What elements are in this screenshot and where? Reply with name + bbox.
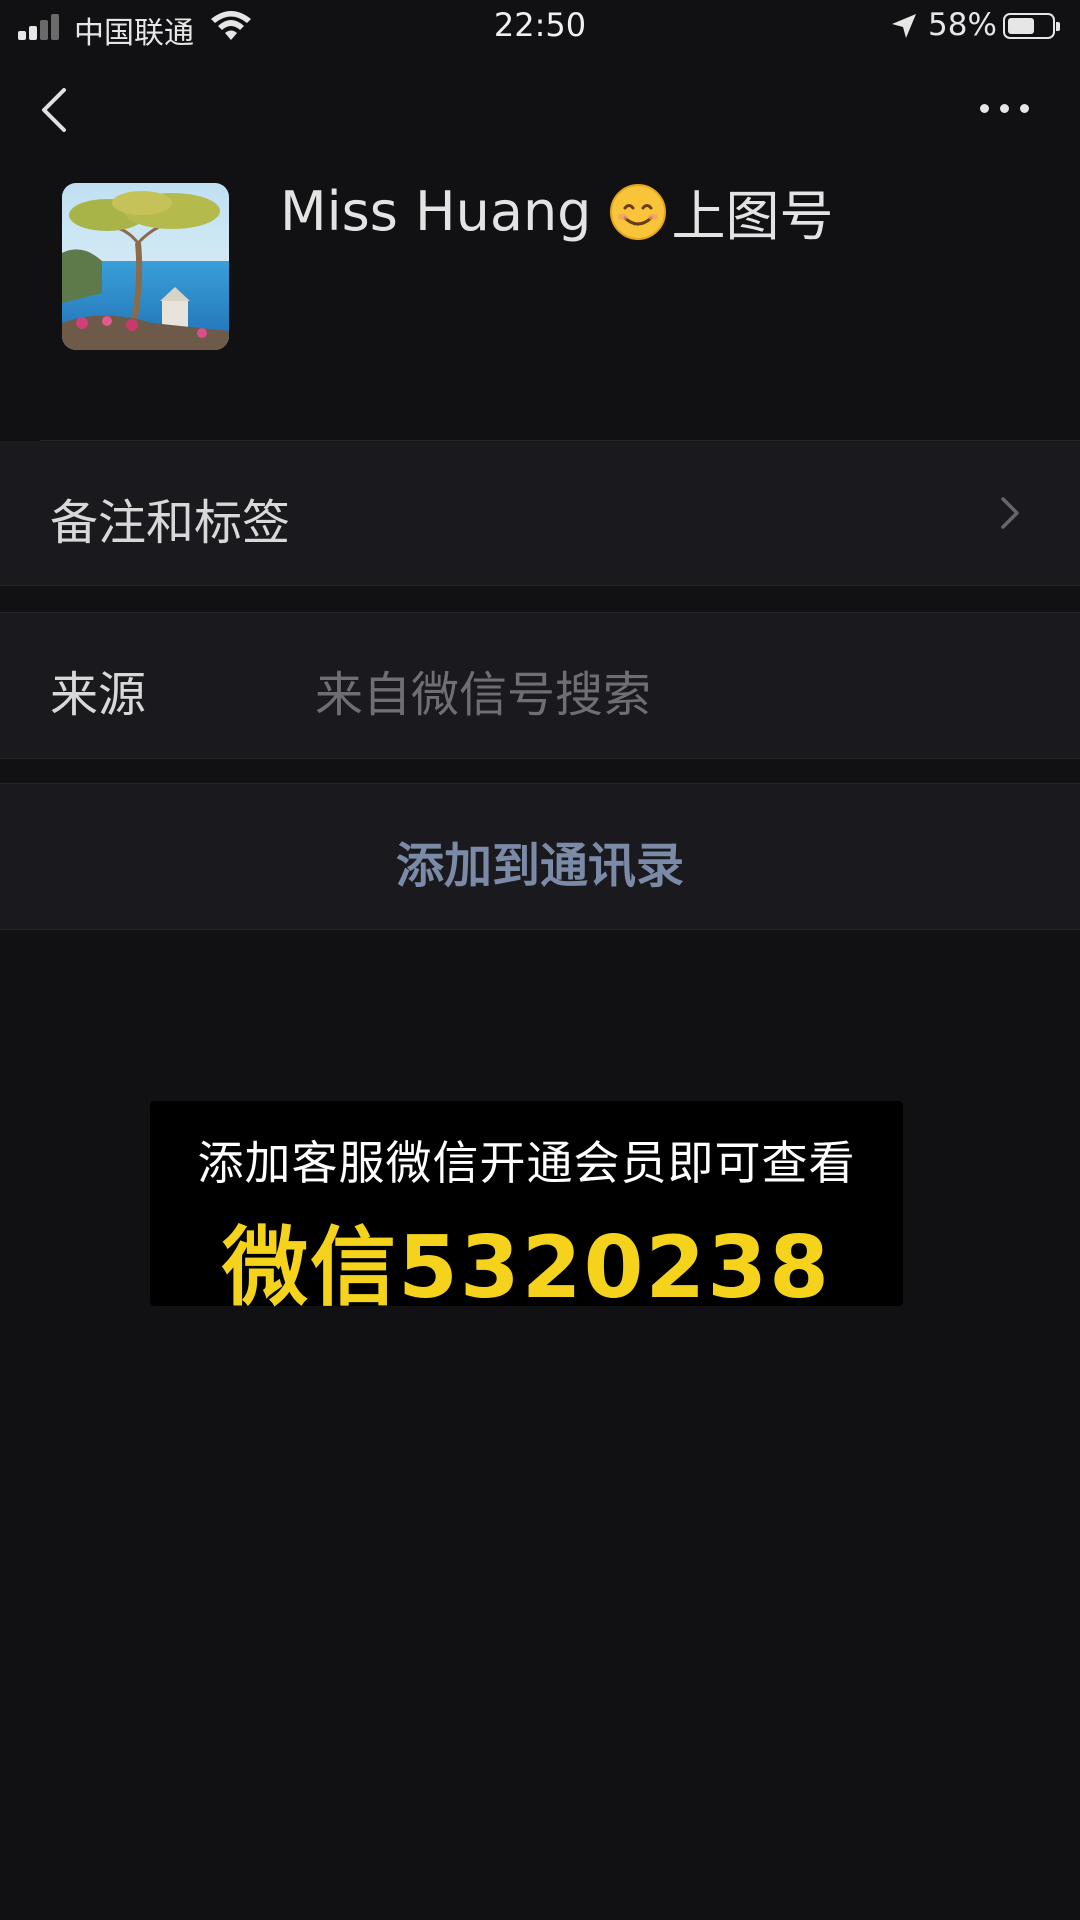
chevron-right-icon <box>1001 497 1019 529</box>
battery-percent: 58% <box>928 7 997 43</box>
source-value: 来自微信号搜索 <box>315 667 652 723</box>
promo-text: 添加客服微信开通会员即可查看 <box>197 1136 856 1190</box>
contact-name-text: Miss Huang <box>280 180 592 243</box>
more-options-button[interactable] <box>980 100 1030 120</box>
source-label: 来源 <box>50 667 147 723</box>
battery-icon <box>1003 13 1060 39</box>
back-button[interactable] <box>36 84 76 136</box>
add-to-contacts-label: 添加到通讯录 <box>395 838 684 894</box>
promo-banner: 添加客服微信开通会员即可查看 微信5320238 <box>150 1101 903 1318</box>
contact-name: Miss Huang 上图号 <box>280 172 833 251</box>
remark-and-tags-row[interactable]: 备注和标签 <box>0 441 1080 586</box>
smiling-face-icon <box>610 183 667 240</box>
location-arrow-icon <box>892 14 916 38</box>
contact-profile-screen: 中国联通 22:50 58% Miss Huang 上图号 备注和标签 来源 来… <box>0 0 1080 1920</box>
status-bar: 中国联通 22:50 58% <box>0 0 1080 56</box>
clock: 22:50 <box>493 6 587 44</box>
contact-name-suffix: 上图号 <box>671 185 834 248</box>
promo-wechat-id: 微信5320238 <box>222 1218 831 1318</box>
remark-and-tags-label: 备注和标签 <box>50 495 291 551</box>
avatar[interactable] <box>62 183 229 350</box>
add-to-contacts-button[interactable]: 添加到通讯录 <box>0 783 1080 930</box>
source-row: 来源 来自微信号搜索 <box>0 612 1080 759</box>
